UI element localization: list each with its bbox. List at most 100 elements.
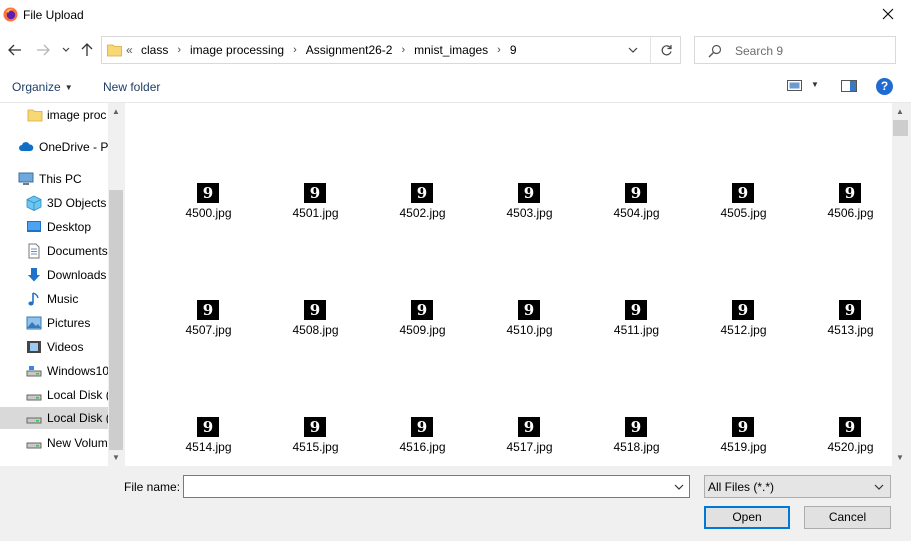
sidebar-item-label: OneDrive - P xyxy=(39,140,108,154)
preview-pane-icon[interactable] xyxy=(841,80,857,92)
breadcrumb-overflow[interactable]: « xyxy=(126,43,133,57)
chevron-right-icon[interactable]: › xyxy=(177,44,181,56)
file-name-combobox[interactable] xyxy=(183,475,690,498)
file-item[interactable]: 9 4519.jpg xyxy=(690,417,797,466)
scroll-up-icon[interactable]: ▲ xyxy=(896,107,904,116)
file-item[interactable]: 9 4517.jpg xyxy=(476,417,583,466)
organize-menu[interactable]: Organize ▼ xyxy=(12,80,73,94)
sidebar-item-3d-objects[interactable]: 3D Objects xyxy=(0,192,108,214)
back-button[interactable] xyxy=(6,41,24,59)
address-bar[interactable]: « class › image processing › Assignment2… xyxy=(101,36,681,64)
file-item[interactable]: 9 4508.jpg xyxy=(262,300,369,360)
sidebar-item-local-disk-2[interactable]: Local Disk ( xyxy=(0,407,108,429)
sidebar-item-videos[interactable]: Videos xyxy=(0,336,108,358)
file-item[interactable]: 9 4500.jpg xyxy=(155,183,262,243)
file-item[interactable]: 9 4515.jpg xyxy=(262,417,369,466)
sidebar-item-windows10[interactable]: Windows10 xyxy=(0,360,108,382)
caret-down-icon[interactable]: ▼ xyxy=(811,80,819,89)
file-name: 4508.jpg xyxy=(292,323,339,337)
file-name: 4516.jpg xyxy=(399,440,446,454)
scrollbar-thumb[interactable] xyxy=(109,190,123,450)
file-name: 4507.jpg xyxy=(185,323,232,337)
file-item[interactable]: 9 4512.jpg xyxy=(690,300,797,360)
breadcrumb-item-image-processing[interactable]: image processing xyxy=(190,43,284,57)
file-item[interactable]: 9 4507.jpg xyxy=(155,300,262,360)
sidebar-item-this-pc[interactable]: This PC xyxy=(0,168,108,190)
desktop-icon xyxy=(27,221,41,232)
breadcrumb-item-mnist-images[interactable]: mnist_images xyxy=(414,43,488,57)
scroll-down-icon[interactable]: ▼ xyxy=(896,453,904,462)
drive-icon xyxy=(26,366,42,377)
breadcrumb: class › image processing › Assignment26-… xyxy=(141,43,517,57)
chevron-down-icon[interactable] xyxy=(627,43,639,57)
up-button[interactable] xyxy=(78,41,96,59)
file-item[interactable]: 9 4501.jpg xyxy=(262,183,369,243)
sidebar-item-documents[interactable]: Documents xyxy=(0,240,108,262)
breadcrumb-item-class[interactable]: class xyxy=(141,43,168,57)
file-list: 9 4500.jpg 9 4501.jpg 9 4502.jpg 9 4503.jpg 9 450… xyxy=(125,103,892,466)
cancel-button[interactable]: Cancel xyxy=(804,506,891,529)
image-thumbnail: 9 xyxy=(197,417,219,437)
chevron-right-icon[interactable]: › xyxy=(293,44,297,56)
breadcrumb-item-9[interactable]: 9 xyxy=(510,43,517,57)
digit-glyph: 9 xyxy=(309,418,321,436)
organize-label: Organize xyxy=(12,80,61,94)
search-box[interactable]: Search 9 xyxy=(694,36,896,64)
new-folder-button[interactable]: New folder xyxy=(103,80,160,94)
forward-button[interactable] xyxy=(34,41,52,59)
file-item[interactable]: 9 4513.jpg xyxy=(797,300,892,360)
command-toolbar: Organize ▼ New folder ▼ ? xyxy=(0,70,911,103)
file-name: 4514.jpg xyxy=(185,440,232,454)
file-item[interactable]: 9 4518.jpg xyxy=(583,417,690,466)
sidebar-item-downloads[interactable]: Downloads xyxy=(0,264,108,286)
file-type-select[interactable]: All Files (*.*) xyxy=(704,475,891,498)
sidebar-item-music[interactable]: Music xyxy=(0,288,108,310)
file-item[interactable]: 9 4511.jpg xyxy=(583,300,690,360)
file-name: 4517.jpg xyxy=(506,440,553,454)
file-item[interactable]: 9 4502.jpg xyxy=(369,183,476,243)
sidebar-item-pictures[interactable]: Pictures xyxy=(0,312,108,334)
digit-glyph: 9 xyxy=(844,184,856,202)
file-item[interactable]: 9 4506.jpg xyxy=(797,183,892,243)
recent-locations-button[interactable] xyxy=(60,41,72,59)
scrollbar-thumb[interactable] xyxy=(893,120,908,136)
chevron-down-icon[interactable] xyxy=(673,481,685,493)
refresh-icon xyxy=(661,44,672,55)
sidebar-item-image-proc[interactable]: image proc xyxy=(0,104,108,126)
sidebar-scrollbar[interactable]: ▲ ▼ xyxy=(108,103,125,466)
image-thumbnail: 9 xyxy=(518,300,540,320)
file-item[interactable]: 9 4505.jpg xyxy=(690,183,797,243)
file-item[interactable]: 9 4520.jpg xyxy=(797,417,892,466)
chevron-down-icon xyxy=(874,484,884,490)
scroll-up-icon[interactable]: ▲ xyxy=(112,107,120,116)
digit-glyph: 9 xyxy=(202,301,214,319)
digit-glyph: 9 xyxy=(202,418,214,436)
file-item[interactable]: 9 4510.jpg xyxy=(476,300,583,360)
file-item[interactable]: 9 4516.jpg xyxy=(369,417,476,466)
view-options-icon[interactable] xyxy=(787,80,803,92)
sidebar-item-desktop[interactable]: Desktop xyxy=(0,216,108,238)
drive-icon xyxy=(26,442,42,449)
file-item[interactable]: 9 4504.jpg xyxy=(583,183,690,243)
sidebar-item-new-volume[interactable]: New Volum xyxy=(0,432,108,454)
computer-icon xyxy=(18,172,34,185)
scroll-down-icon[interactable]: ▼ xyxy=(112,453,120,462)
refresh-button[interactable] xyxy=(650,37,681,63)
help-icon[interactable]: ? xyxy=(876,78,893,95)
file-item[interactable]: 9 4514.jpg xyxy=(155,417,262,466)
breadcrumb-item-assignment[interactable]: Assignment26-2 xyxy=(306,43,393,57)
sidebar-item-onedrive[interactable]: OneDrive - P xyxy=(0,136,108,158)
file-name: 4501.jpg xyxy=(292,206,339,220)
digit-glyph: 9 xyxy=(309,184,321,202)
digit-glyph: 9 xyxy=(416,418,428,436)
file-item[interactable]: 9 4509.jpg xyxy=(369,300,476,360)
file-name-field[interactable] xyxy=(184,476,664,496)
file-item[interactable]: 9 4503.jpg xyxy=(476,183,583,243)
chevron-right-icon[interactable]: › xyxy=(401,44,405,56)
open-button[interactable]: Open xyxy=(704,506,790,529)
sidebar-item-label: Music xyxy=(47,292,79,306)
chevron-right-icon[interactable]: › xyxy=(497,44,501,56)
file-list-scrollbar[interactable]: ▲ ▼ xyxy=(892,103,909,466)
close-button[interactable] xyxy=(865,0,911,30)
sidebar-item-local-disk-1[interactable]: Local Disk ( xyxy=(0,384,108,406)
